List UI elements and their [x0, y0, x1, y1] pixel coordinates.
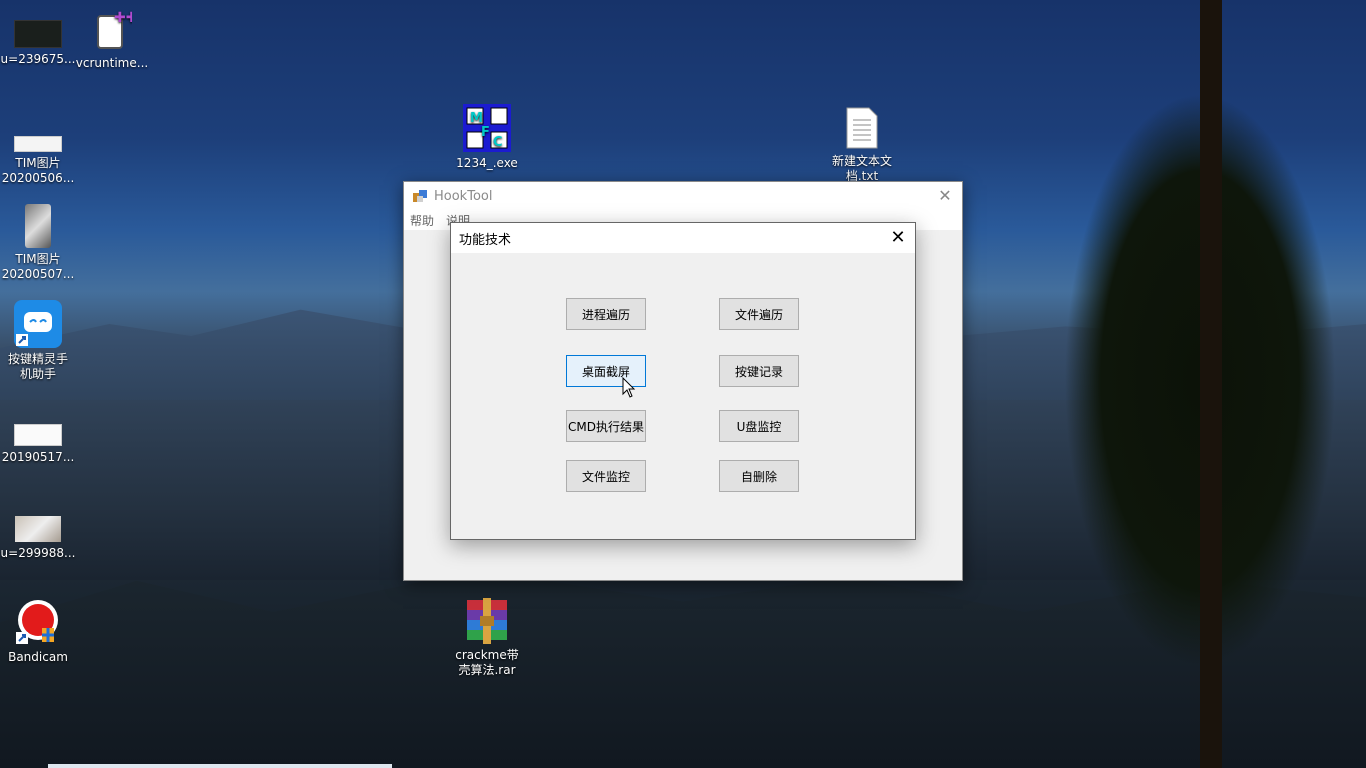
window-title: HookTool: [434, 188, 493, 204]
svg-text:F: F: [481, 125, 490, 140]
app-shortcut-icon: [14, 300, 62, 348]
desktop-icon-u239675[interactable]: u=239675...: [0, 20, 76, 67]
process-list-button[interactable]: 进程遍历: [566, 298, 646, 330]
desktop-icon-vcruntime[interactable]: ✚✚ vcruntime...: [74, 8, 150, 71]
wallpaper-tree: [980, 0, 1366, 768]
desktop-icon-tim-20200506[interactable]: TIM图片 20200506...: [0, 128, 76, 186]
desktop-icon-label: 新建文本文 档.txt: [831, 154, 892, 183]
desktop-icon-label: TIM图片 20200506...: [1, 156, 75, 185]
self-delete-button[interactable]: 自删除: [719, 460, 799, 492]
image-thumbnail-icon: [14, 20, 62, 48]
svg-text:✚✚: ✚✚: [114, 10, 132, 26]
dialog-titlebar[interactable]: 功能技术 ✕: [451, 223, 915, 253]
function-dialog[interactable]: 功能技术 ✕: [450, 222, 916, 540]
image-thumbnail-icon: [14, 136, 62, 152]
desktop-icon-tim-20200507[interactable]: TIM图片 20200507...: [0, 204, 76, 282]
desktop-icon-label: TIM图片 20200507...: [1, 252, 75, 281]
desktop-icon-label: crackme带 壳算法.rar: [455, 648, 519, 677]
desktop-icon-label: vcruntime...: [75, 56, 149, 70]
desktop-icon-u299988[interactable]: u=299988...: [0, 516, 76, 561]
keylogger-button[interactable]: 按键记录: [719, 355, 799, 387]
cmd-result-button[interactable]: CMD执行结果: [566, 410, 646, 442]
desktop-icon-label: 20190517...: [1, 450, 75, 464]
desktop-icon-1234-exe[interactable]: M F C 1234_.exe: [449, 104, 525, 171]
desktop-icon-crackme-rar[interactable]: crackme带 壳算法.rar: [449, 598, 525, 678]
dialog-title: 功能技术: [459, 232, 512, 248]
desktop-icon-label: 1234_.exe: [456, 156, 518, 170]
text-file-icon: [845, 106, 879, 150]
usb-monitor-button[interactable]: U盘监控: [719, 410, 799, 442]
file-monitor-button[interactable]: 文件监控: [566, 460, 646, 492]
desktop-icon-label: Bandicam: [8, 650, 68, 664]
desktop-icon-bandicam[interactable]: Bandicam: [0, 598, 76, 665]
hooktool-titlebar[interactable]: HookTool ✕: [404, 182, 962, 210]
close-icon[interactable]: ✕: [934, 186, 956, 206]
close-icon[interactable]: ✕: [887, 227, 909, 249]
desktop-icon-new-text-file[interactable]: 新建文本文 档.txt: [824, 106, 900, 184]
desktop-icon-20190517[interactable]: 20190517...: [0, 424, 76, 465]
mouse-cursor-icon: [622, 376, 636, 399]
bandicam-icon: [14, 598, 62, 646]
image-thumbnail-icon: [14, 424, 62, 446]
desktop-icon-label: 按键精灵手 机助手: [7, 352, 68, 381]
file-list-button[interactable]: 文件遍历: [719, 298, 799, 330]
wallpaper-tree-trunk: [1200, 0, 1222, 768]
taskbar-edge: [48, 764, 392, 768]
winrar-archive-icon: [463, 598, 511, 644]
image-thumbnail-icon: [25, 204, 51, 248]
file-plus-icon: ✚✚: [92, 8, 137, 52]
mfc-exe-icon: M F C: [463, 104, 511, 152]
svg-text:M: M: [470, 111, 483, 126]
menu-help[interactable]: 帮助: [404, 212, 440, 229]
app-icon: [412, 188, 428, 204]
image-thumbnail-icon: [15, 516, 61, 542]
desktop-icon-anjian[interactable]: 按键精灵手 机助手: [0, 300, 76, 382]
desktop-icon-label: u=239675...: [0, 52, 76, 66]
svg-text:C: C: [493, 135, 503, 150]
desktop-icon-label: u=299988...: [0, 546, 76, 560]
